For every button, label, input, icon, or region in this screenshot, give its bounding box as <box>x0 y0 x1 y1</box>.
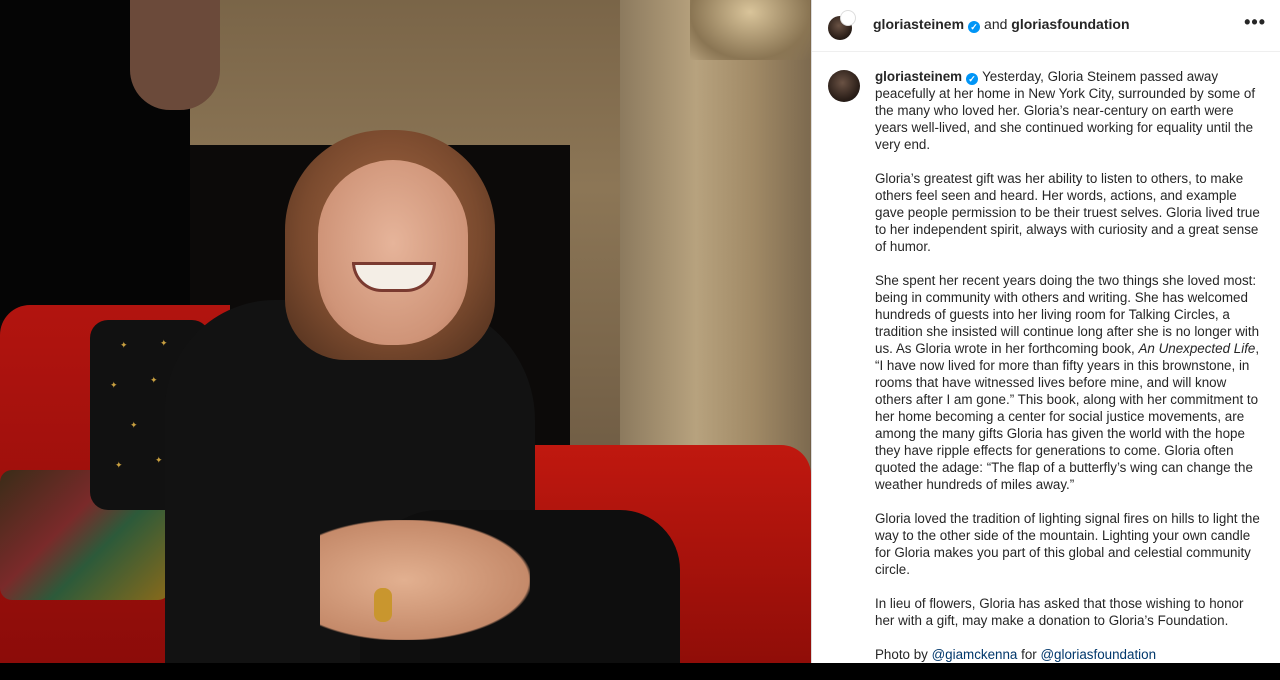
photo-background-arm <box>130 0 220 110</box>
verified-badge-icon: ✓ <box>968 21 981 33</box>
caption-paragraph: She spent her recent years doing the two… <box>875 272 1260 493</box>
collaborator-avatar[interactable] <box>840 10 856 26</box>
caption-username[interactable]: gloriasteinem <box>875 69 962 84</box>
caption-paragraph: Gloria’s greatest gift was her ability t… <box>875 171 1260 254</box>
author-username[interactable]: gloriasteinem <box>873 16 964 32</box>
photo-subject-face <box>318 160 468 345</box>
photo-credit: Photo by @giamckenna for @gloriasfoundat… <box>875 646 1260 663</box>
post-photo[interactable]: ✦✦ ✦✦ ✦✦ ✦✦ ✦ <box>0 0 811 663</box>
mention-link[interactable]: @gloriasfoundation <box>1040 647 1156 662</box>
photo-lamp <box>690 0 810 60</box>
caption-paragraph: In lieu of flowers, Gloria has asked tha… <box>875 596 1244 628</box>
photo-subject-ring <box>374 588 392 622</box>
credit-mid: for <box>1017 647 1041 662</box>
credit-prefix: Photo by <box>875 647 932 662</box>
collaborator-username[interactable]: gloriasfoundation <box>1011 16 1129 32</box>
caption-text-3b: , “I have now lived for more than fifty … <box>875 341 1260 492</box>
caption-author-avatar[interactable] <box>828 70 860 102</box>
mention-link[interactable]: @giamckenna <box>932 647 1018 662</box>
and-text: and <box>984 16 1008 32</box>
caption-paragraph: gloriasteinem ✓ Yesterday, Gloria Steinem … <box>875 68 1260 153</box>
photo-column <box>620 0 810 470</box>
post-author-line: gloriasteinem ✓ and gloriasfoundation <box>873 16 1130 33</box>
post-panel: gloriasteinem ✓ and gloriasfoundation ••• … <box>811 0 1280 663</box>
post-caption: gloriasteinem ✓ Yesterday, Gloria Steinem … <box>875 68 1260 680</box>
book-title: An Unexpected Life <box>1138 341 1256 356</box>
more-options-icon[interactable]: ••• <box>1244 12 1266 33</box>
photo-subject-hands <box>320 520 530 640</box>
post-header: gloriasteinem ✓ and gloriasfoundation ••• <box>812 0 1280 52</box>
caption-paragraph: Gloria loved the tradition of lighting s… <box>875 511 1260 577</box>
verified-badge-icon: ✓ <box>966 73 979 85</box>
